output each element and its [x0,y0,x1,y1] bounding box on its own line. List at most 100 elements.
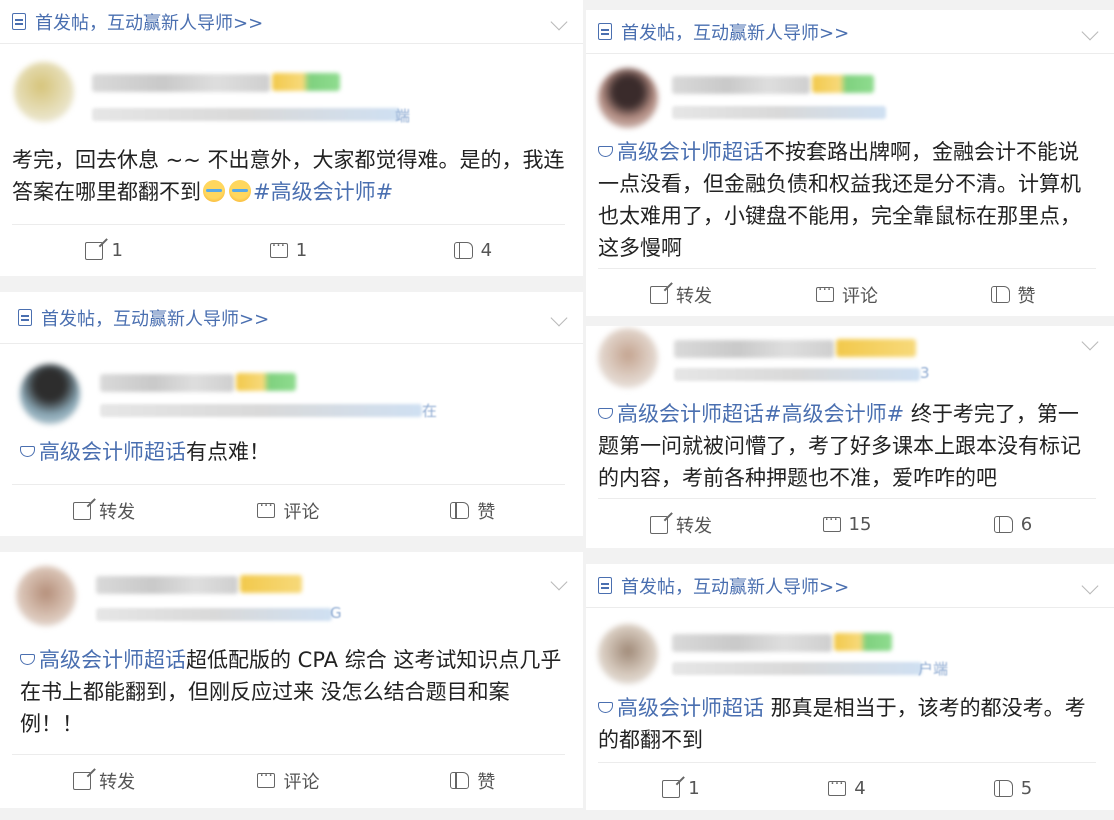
repost-label: 转发 [99,501,136,523]
comment-icon [257,768,276,788]
super-topic-label: 高级会计师超话 [39,440,186,464]
comment-button[interactable]: 1 [196,238,380,261]
comment-icon [822,512,841,532]
super-topic-icon [20,654,35,665]
avatar[interactable] [14,62,74,122]
post-actions: 1 4 5 [598,762,1096,810]
comment-label: 评论 [283,771,320,793]
like-label: 赞 [477,501,496,523]
username[interactable] [92,74,270,92]
post-card: 首发帖，互动赢新人导师>> 高级会计师超话不按套路出牌啊，金融会计不能说一点没看… [586,10,1114,316]
comment-icon [816,282,834,302]
header-text: 首发帖，互动赢新人导师>> [621,22,850,44]
avatar[interactable] [598,68,658,128]
comment-button[interactable]: 评论 [196,498,380,524]
username[interactable] [672,634,832,652]
super-topic-icon [20,446,35,457]
super-topic-icon [598,408,613,419]
first-post-header[interactable]: 首发帖，互动赢新人导师>> [586,10,1114,54]
post-meta-source: 端 [395,107,411,125]
first-post-header[interactable]: 首发帖，互动赢新人导师>> [0,0,583,44]
comment-button[interactable]: 15 [764,512,930,535]
repost-button[interactable]: 转发 [12,498,196,524]
like-button[interactable]: 赞 [381,768,565,794]
chevron-down-icon[interactable] [1081,23,1099,40]
super-topic-link[interactable]: 高级会计师超话 [20,440,186,464]
post-content: 高级会计师超话不按套路出牌啊，金融会计不能说一点没看，但金融负债和权益我还是分不… [598,136,1096,264]
like-button[interactable]: 5 [930,778,1096,799]
super-topic-link[interactable]: 高级会计师超话 [598,402,764,426]
chevron-down-icon[interactable] [1081,577,1099,594]
repost-label: 转发 [99,771,136,793]
topic-hashtag[interactable]: #高级会计师# [764,402,904,426]
user-badge [834,633,892,651]
crying-laughing-emoji-icon [229,180,251,202]
post-meta-source: 3 [920,364,930,382]
avatar[interactable] [598,328,658,388]
repost-label: 转发 [676,515,712,537]
comment-icon [269,238,288,258]
thumbs-up-icon [993,780,1013,797]
username[interactable] [100,374,234,392]
like-button[interactable]: 赞 [930,282,1096,308]
comment-button[interactable]: 评论 [764,282,930,308]
thumbs-up-icon [990,286,1010,303]
avatar[interactable] [16,566,76,626]
username[interactable] [674,340,834,358]
user-badge [836,339,916,357]
post-actions: 转发 15 6 [598,498,1096,548]
post-card: G 高级会计师超话超低配版的 CPA 综合 这考试知识点几乎在书上都能翻到，但刚… [0,552,583,808]
super-topic-label: 高级会计师超话 [617,402,764,426]
super-topic-link[interactable]: 高级会计师超话 [20,648,186,672]
username[interactable] [672,76,810,94]
chevron-down-icon[interactable] [550,309,568,326]
repost-label: 转发 [676,285,712,307]
comment-button[interactable]: 评论 [196,768,380,794]
super-topic-icon [598,146,613,157]
document-icon [598,23,612,40]
avatar[interactable] [598,624,658,684]
repost-button[interactable]: 转发 [598,512,764,538]
comment-count: 15 [848,514,872,535]
first-post-header[interactable]: 首发帖，互动赢新人导师>> [586,564,1114,608]
repost-button[interactable]: 转发 [598,282,764,308]
post-content: 高级会计师超话有点难！ [20,436,565,468]
super-topic-link[interactable]: 高级会计师超话 [598,140,764,164]
post-meta [672,662,922,675]
super-topic-label: 高级会计师超话 [617,140,764,164]
like-count: 4 [480,240,493,261]
share-icon [650,285,668,304]
post-actions: 转发 评论 赞 [12,754,565,806]
repost-count: 1 [688,778,700,799]
share-icon [73,501,92,520]
comment-icon [257,498,276,518]
super-topic-label: 高级会计师超话 [39,648,186,672]
user-badge [272,73,340,91]
repost-button[interactable]: 1 [598,778,764,799]
chevron-down-icon[interactable] [1081,333,1099,351]
like-button[interactable]: 4 [381,240,565,261]
chevron-down-icon[interactable] [550,13,568,30]
repost-button[interactable]: 1 [12,240,196,261]
like-button[interactable]: 赞 [381,498,565,524]
avatar[interactable] [20,364,80,424]
topic-hashtag[interactable]: #高级会计师# [253,180,393,204]
like-label: 赞 [477,771,496,793]
header-text: 首发帖，互动赢新人导师>> [41,308,270,330]
like-button[interactable]: 6 [930,514,1096,535]
username[interactable] [96,576,238,594]
like-count: 6 [1020,514,1033,535]
comment-count: 4 [854,778,866,799]
comment-label: 评论 [842,285,878,307]
post-content: 高级会计师超话#高级会计师# 终于考完了，第一题第一问就被问懵了，考了好多课本上… [598,398,1096,494]
comment-button[interactable]: 4 [764,776,930,799]
crying-laughing-emoji-icon [203,180,225,202]
post-meta [672,106,886,119]
first-post-header[interactable]: 首发帖，互动赢新人导师>> [0,292,583,344]
post-content: 高级会计师超话超低配版的 CPA 综合 这考试知识点几乎在书上都能翻到，但刚反应… [20,644,565,740]
repost-button[interactable]: 转发 [12,768,196,794]
user-badge [240,575,302,593]
like-label: 赞 [1017,285,1036,307]
chevron-down-icon[interactable] [550,573,568,591]
super-topic-link[interactable]: 高级会计师超话 [598,696,764,720]
